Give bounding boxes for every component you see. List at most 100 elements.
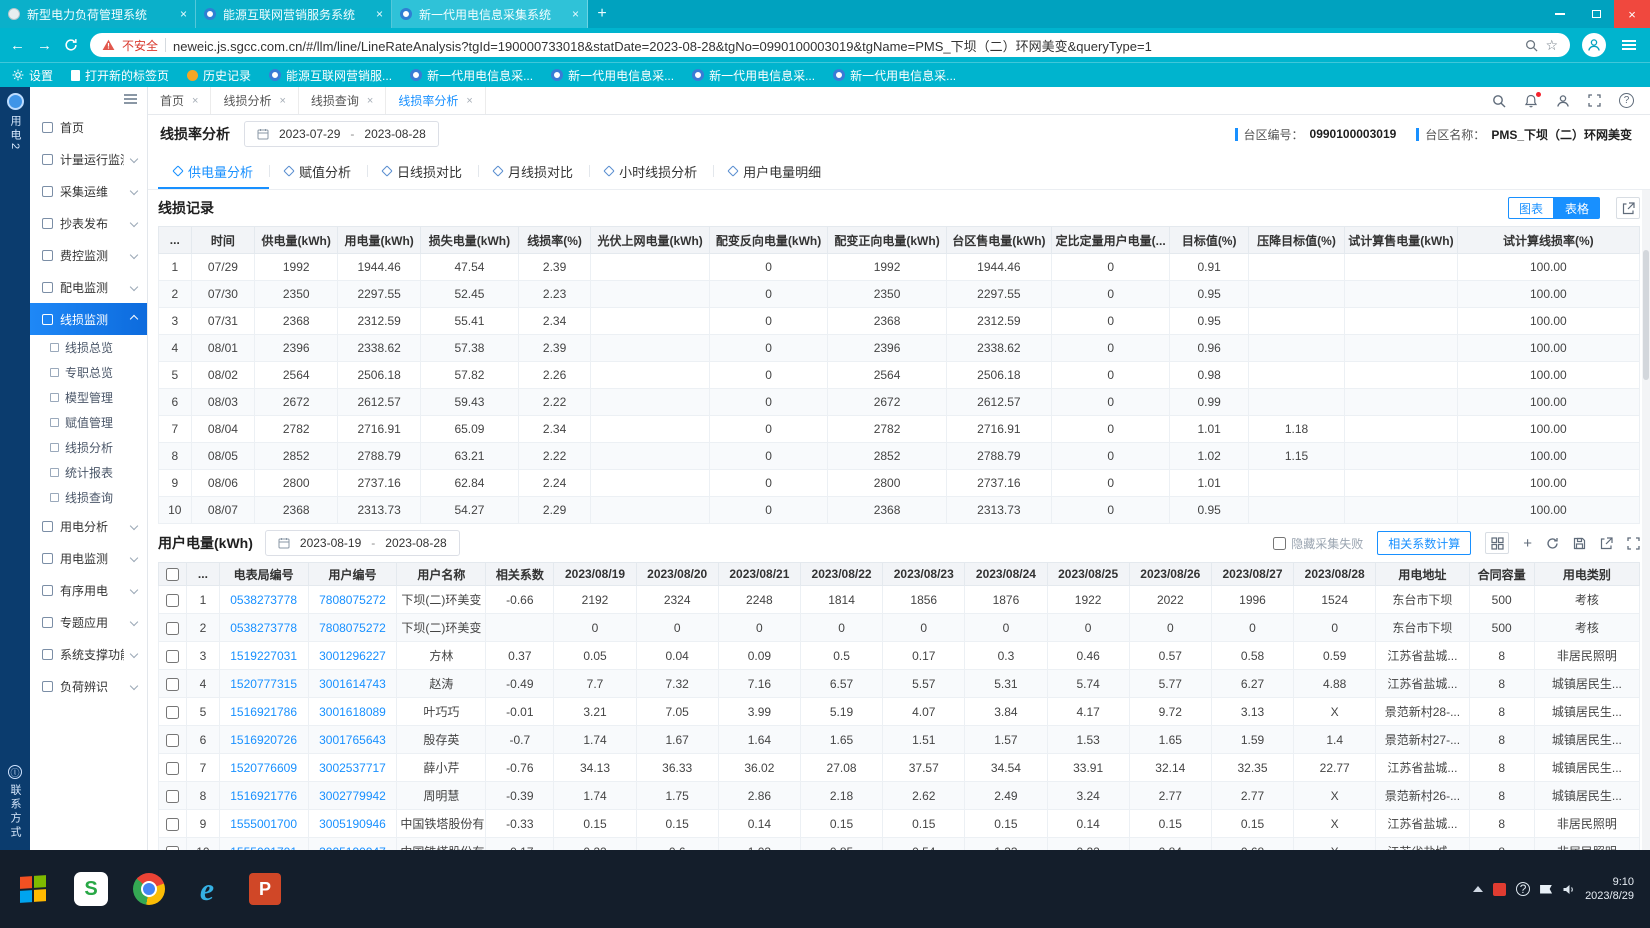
sidebar-item[interactable]: 抄表发布 — [30, 207, 147, 239]
tray-flag-icon[interactable] — [1540, 885, 1552, 894]
forward-button[interactable]: → — [37, 37, 52, 54]
page-tab[interactable]: 线损查询× — [299, 87, 386, 114]
notification-bell-icon[interactable] — [1524, 94, 1538, 108]
link-cell[interactable]: 3005190947 — [308, 838, 397, 851]
table-row[interactable]: 708/0427822716.9165.092.34027822716.9101… — [159, 416, 1640, 443]
select-all-checkbox[interactable] — [166, 568, 179, 581]
table-row[interactable]: 107/2919921944.4647.542.39019921944.4600… — [159, 254, 1640, 281]
sidebar-subitem[interactable]: 赋值管理 — [30, 410, 147, 435]
search-icon[interactable] — [1525, 39, 1538, 52]
bookmark-item[interactable]: 设置 — [12, 67, 53, 84]
tab-close-icon[interactable]: × — [180, 7, 187, 21]
table-row[interactable]: 815169217763002779942周明慧-0.391.741.752.8… — [159, 782, 1640, 810]
link-cell[interactable]: 1516921786 — [219, 698, 308, 726]
analysis-subtab[interactable]: 日线损对比 — [367, 153, 478, 189]
table-view-button[interactable]: 表格 — [1554, 197, 1600, 219]
link-cell[interactable]: 1555001700 — [219, 810, 308, 838]
security-label[interactable]: 不安全 — [122, 37, 158, 54]
sidebar-item[interactable]: 系统支撑功能 — [30, 638, 147, 670]
sidebar-item[interactable]: 线损监测 — [30, 303, 147, 335]
sidebar-item[interactable]: 费控监测 — [30, 239, 147, 271]
bookmark-item[interactable]: 新一代用电信息采... — [551, 67, 674, 84]
back-button[interactable]: ← — [10, 37, 25, 54]
table-row[interactable]: 205382737787808075272下坝(二)环美变0000000000东… — [159, 614, 1640, 642]
sidebar-item[interactable]: 用电分析 — [30, 510, 147, 542]
speaker-icon[interactable] — [1562, 883, 1575, 896]
row-checkbox[interactable] — [166, 678, 179, 691]
fullscreen-icon[interactable] — [1588, 94, 1601, 107]
table-row[interactable]: 808/0528522788.7963.212.22028522788.7901… — [159, 443, 1640, 470]
correlation-calc-button[interactable]: 相关系数计算 — [1377, 531, 1471, 555]
sidebar-subitem[interactable]: 线损总览 — [30, 335, 147, 360]
link-cell[interactable]: 3001296227 — [308, 642, 397, 670]
sidebar-item[interactable]: 有序用电 — [30, 574, 147, 606]
sidebar-subitem[interactable]: 专职总览 — [30, 360, 147, 385]
browser-tab[interactable]: 能源互联网营销服务系统× — [196, 0, 392, 28]
wps-taskbar-icon[interactable]: S — [70, 865, 112, 913]
table-row[interactable]: 307/3123682312.5955.412.34023682312.5900… — [159, 308, 1640, 335]
scrollbar-thumb[interactable] — [1643, 250, 1649, 380]
analysis-subtab[interactable]: 供电量分析 — [158, 153, 269, 189]
minimize-button[interactable] — [1542, 0, 1578, 28]
tab-close-icon[interactable]: × — [572, 7, 579, 21]
table-row[interactable]: 608/0326722612.5759.432.22026722612.5700… — [159, 389, 1640, 416]
browser-tab[interactable]: 新一代用电信息采集系统× — [392, 0, 588, 28]
tray-expand-icon[interactable] — [1473, 886, 1483, 892]
app-search-icon[interactable] — [1492, 94, 1506, 108]
sidebar-item[interactable]: 配电监测 — [30, 271, 147, 303]
link-cell[interactable]: 3005190946 — [308, 810, 397, 838]
link-cell[interactable]: 7808075272 — [308, 586, 397, 614]
link-cell[interactable]: 7808075272 — [308, 614, 397, 642]
clock[interactable]: 9:10 2023/8/29 — [1585, 875, 1638, 903]
page-tab-close-icon[interactable]: × — [466, 95, 472, 107]
profile-icon[interactable] — [1582, 33, 1606, 57]
contact-link[interactable]: ⓛ 联系方式 — [0, 765, 30, 840]
row-checkbox[interactable] — [166, 706, 179, 719]
table-row[interactable]: 915550017003005190946中国铁塔股份有...-0.330.15… — [159, 810, 1640, 838]
table-row[interactable]: 715207766093002537717薛小芹-0.7634.1336.333… — [159, 754, 1640, 782]
table-row[interactable]: 515169217863001618089叶巧巧-0.013.217.053.9… — [159, 698, 1640, 726]
user-icon[interactable] — [1556, 94, 1570, 108]
sidebar-item[interactable]: 专题应用 — [30, 606, 147, 638]
row-checkbox[interactable] — [166, 790, 179, 803]
link-cell[interactable]: 0538273778 — [219, 586, 308, 614]
user-date-from[interactable]: 2023-08-19 — [300, 536, 361, 550]
sidebar-item[interactable]: 首页 — [30, 111, 147, 143]
sidebar-subitem[interactable]: 统计报表 — [30, 460, 147, 485]
date-range-picker[interactable]: 2023-07-29 - 2023-08-28 — [244, 121, 439, 147]
chrome-taskbar-icon[interactable] — [128, 865, 170, 913]
export-button[interactable] — [1616, 197, 1640, 219]
link-cell[interactable]: 1520777315 — [219, 670, 308, 698]
sidebar-item[interactable]: 采集运维 — [30, 175, 147, 207]
table-row[interactable]: 1015550017013005190947中国铁塔股份有...-0.170.2… — [159, 838, 1640, 851]
browser-menu-icon[interactable] — [1618, 44, 1640, 46]
link-cell[interactable]: 3001765643 — [308, 726, 397, 754]
bookmark-item[interactable]: 新一代用电信息采... — [410, 67, 533, 84]
address-bar[interactable]: 不安全 neweic.js.sgcc.com.cn/#/llm/line/Lin… — [90, 33, 1570, 57]
table-row[interactable]: 315192270313001296227方林0.370.050.040.090… — [159, 642, 1640, 670]
sidebar-item[interactable]: 负荷辨识 — [30, 670, 147, 702]
bookmark-item[interactable]: 能源互联网营销服... — [269, 67, 392, 84]
table-row[interactable]: 908/0628002737.1662.842.24028002737.1601… — [159, 470, 1640, 497]
hide-failed-checkbox[interactable] — [1273, 537, 1286, 550]
link-cell[interactable]: 1555001701 — [219, 838, 308, 851]
page-tab-close-icon[interactable]: × — [192, 95, 198, 107]
row-checkbox[interactable] — [166, 846, 179, 850]
date-to[interactable]: 2023-08-28 — [364, 127, 425, 141]
grid-view-button[interactable] — [1485, 532, 1509, 554]
help-icon[interactable]: ? — [1619, 93, 1634, 108]
link-cell[interactable]: 3002779942 — [308, 782, 397, 810]
chart-view-button[interactable]: 图表 — [1508, 197, 1554, 219]
add-button[interactable]: + — [1523, 535, 1532, 552]
link-cell[interactable]: 3001614743 — [308, 670, 397, 698]
sidebar-item[interactable]: 计量运行监测 — [30, 143, 147, 175]
sidebar-subitem[interactable]: 线损分析 — [30, 435, 147, 460]
table-row[interactable]: 408/0123962338.6257.382.39023962338.6200… — [159, 335, 1640, 362]
page-tab[interactable]: 首页× — [148, 87, 211, 114]
link-cell[interactable]: 3002537717 — [308, 754, 397, 782]
page-tab[interactable]: 线损分析× — [211, 87, 298, 114]
refresh-button[interactable] — [64, 38, 78, 52]
row-checkbox[interactable] — [166, 622, 179, 635]
row-checkbox[interactable] — [166, 762, 179, 775]
ie-taskbar-icon[interactable]: e — [186, 865, 228, 913]
